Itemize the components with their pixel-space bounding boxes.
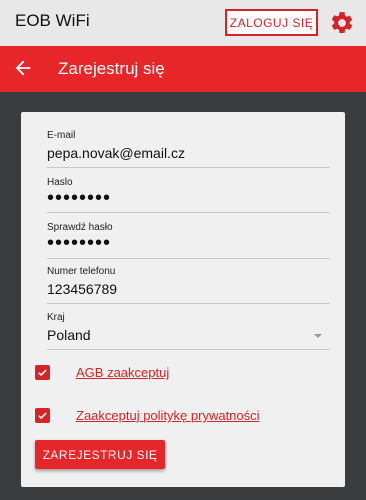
password-value[interactable]: •••••••• (47, 188, 330, 208)
country-label: Kraj (47, 312, 65, 323)
privacy-checkbox[interactable] (35, 408, 50, 423)
password-field[interactable]: Haslo •••••••• (47, 177, 330, 213)
page-title: Zarejestruj się (58, 59, 165, 78)
email-value[interactable]: pepa.novak@email.cz (47, 144, 330, 162)
phone-field[interactable]: Numer telefonu 123456789 (47, 266, 330, 304)
app-title: EOB WiFi (15, 11, 90, 30)
register-button[interactable]: ZAREJESTRUJ SIĘ (35, 440, 165, 469)
phone-label: Numer telefonu (47, 266, 116, 277)
password-confirm-field[interactable]: Sprawdź hasło •••••••• (47, 222, 330, 259)
agb-checkbox[interactable] (35, 365, 50, 380)
toolbar: Zarejestruj się (0, 46, 366, 92)
privacy-policy-link[interactable]: Zaakceptuj politykę prywatności (76, 408, 260, 423)
phone-value[interactable]: 123456789 (47, 280, 330, 298)
checkmark-icon (38, 369, 47, 377)
email-field[interactable]: E-mail pepa.novak@email.cz (47, 130, 330, 168)
registration-card: E-mail pepa.novak@email.cz Haslo •••••••… (21, 112, 345, 487)
agb-link[interactable]: AGB zaakceptuj (76, 365, 169, 380)
country-select[interactable]: Kraj Poland (47, 312, 330, 350)
checkmark-icon (38, 412, 47, 420)
privacy-checkbox-row[interactable]: Zaakceptuj politykę prywatności (35, 408, 260, 423)
email-label: E-mail (47, 130, 76, 141)
agb-checkbox-row[interactable]: AGB zaakceptuj (35, 365, 169, 380)
login-button[interactable]: ZALOGUJ SIĘ (225, 9, 318, 36)
gear-icon[interactable] (329, 10, 355, 36)
caret-down-icon[interactable] (314, 334, 322, 338)
country-value[interactable]: Poland (47, 326, 330, 344)
password-confirm-value[interactable]: •••••••• (47, 233, 330, 253)
arrow-left-icon[interactable] (12, 57, 34, 79)
app-header: EOB WiFi ZALOGUJ SIĘ (0, 0, 366, 46)
